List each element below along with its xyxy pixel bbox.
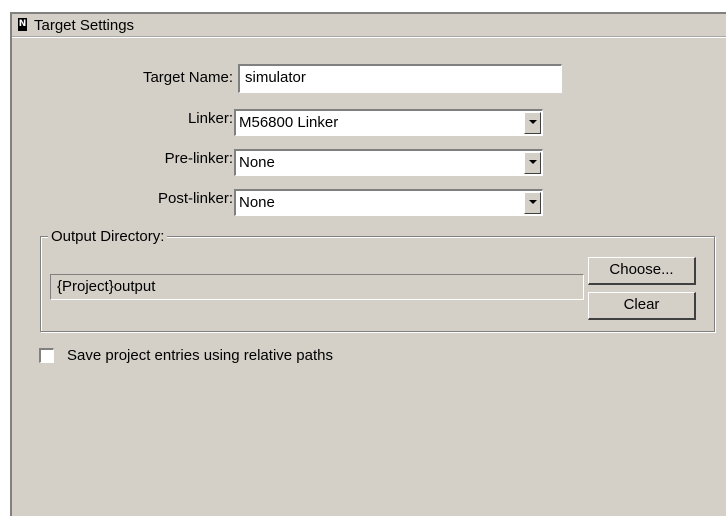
relative-paths-checkbox[interactable] [39, 348, 54, 363]
panel-title: Target Settings [34, 17, 135, 34]
relative-paths-label: Save project entries using relative path… [67, 347, 333, 364]
linker-label: Linker: [187, 110, 233, 127]
target-name-label: Target Name: [142, 69, 233, 86]
target-name-value: simulator [245, 69, 306, 86]
app-icon: N [18, 18, 27, 31]
linker-select[interactable]: M56800 Linker [234, 109, 543, 136]
chevron-down-icon[interactable] [524, 112, 541, 134]
post-linker-value: None [239, 194, 275, 211]
panel-titlebar: N Target Settings [12, 14, 726, 37]
linker-value: M56800 Linker [239, 114, 339, 131]
post-linker-select[interactable]: None [234, 189, 543, 216]
post-linker-label: Post-linker: [157, 190, 233, 207]
pre-linker-value: None [239, 154, 275, 171]
target-settings-panel: N Target Settings Target Name: simulator… [10, 12, 726, 516]
choose-button[interactable]: Choose... [588, 257, 696, 285]
output-directory-legend: Output Directory: [48, 228, 168, 245]
chevron-down-icon[interactable] [524, 152, 541, 174]
output-directory-path: {Project}output [50, 274, 584, 300]
clear-button[interactable]: Clear [588, 292, 696, 320]
chevron-down-icon[interactable] [524, 192, 541, 214]
pre-linker-select[interactable]: None [234, 149, 543, 176]
pre-linker-label: Pre-linker: [164, 150, 233, 167]
target-name-field[interactable]: simulator [238, 64, 562, 93]
